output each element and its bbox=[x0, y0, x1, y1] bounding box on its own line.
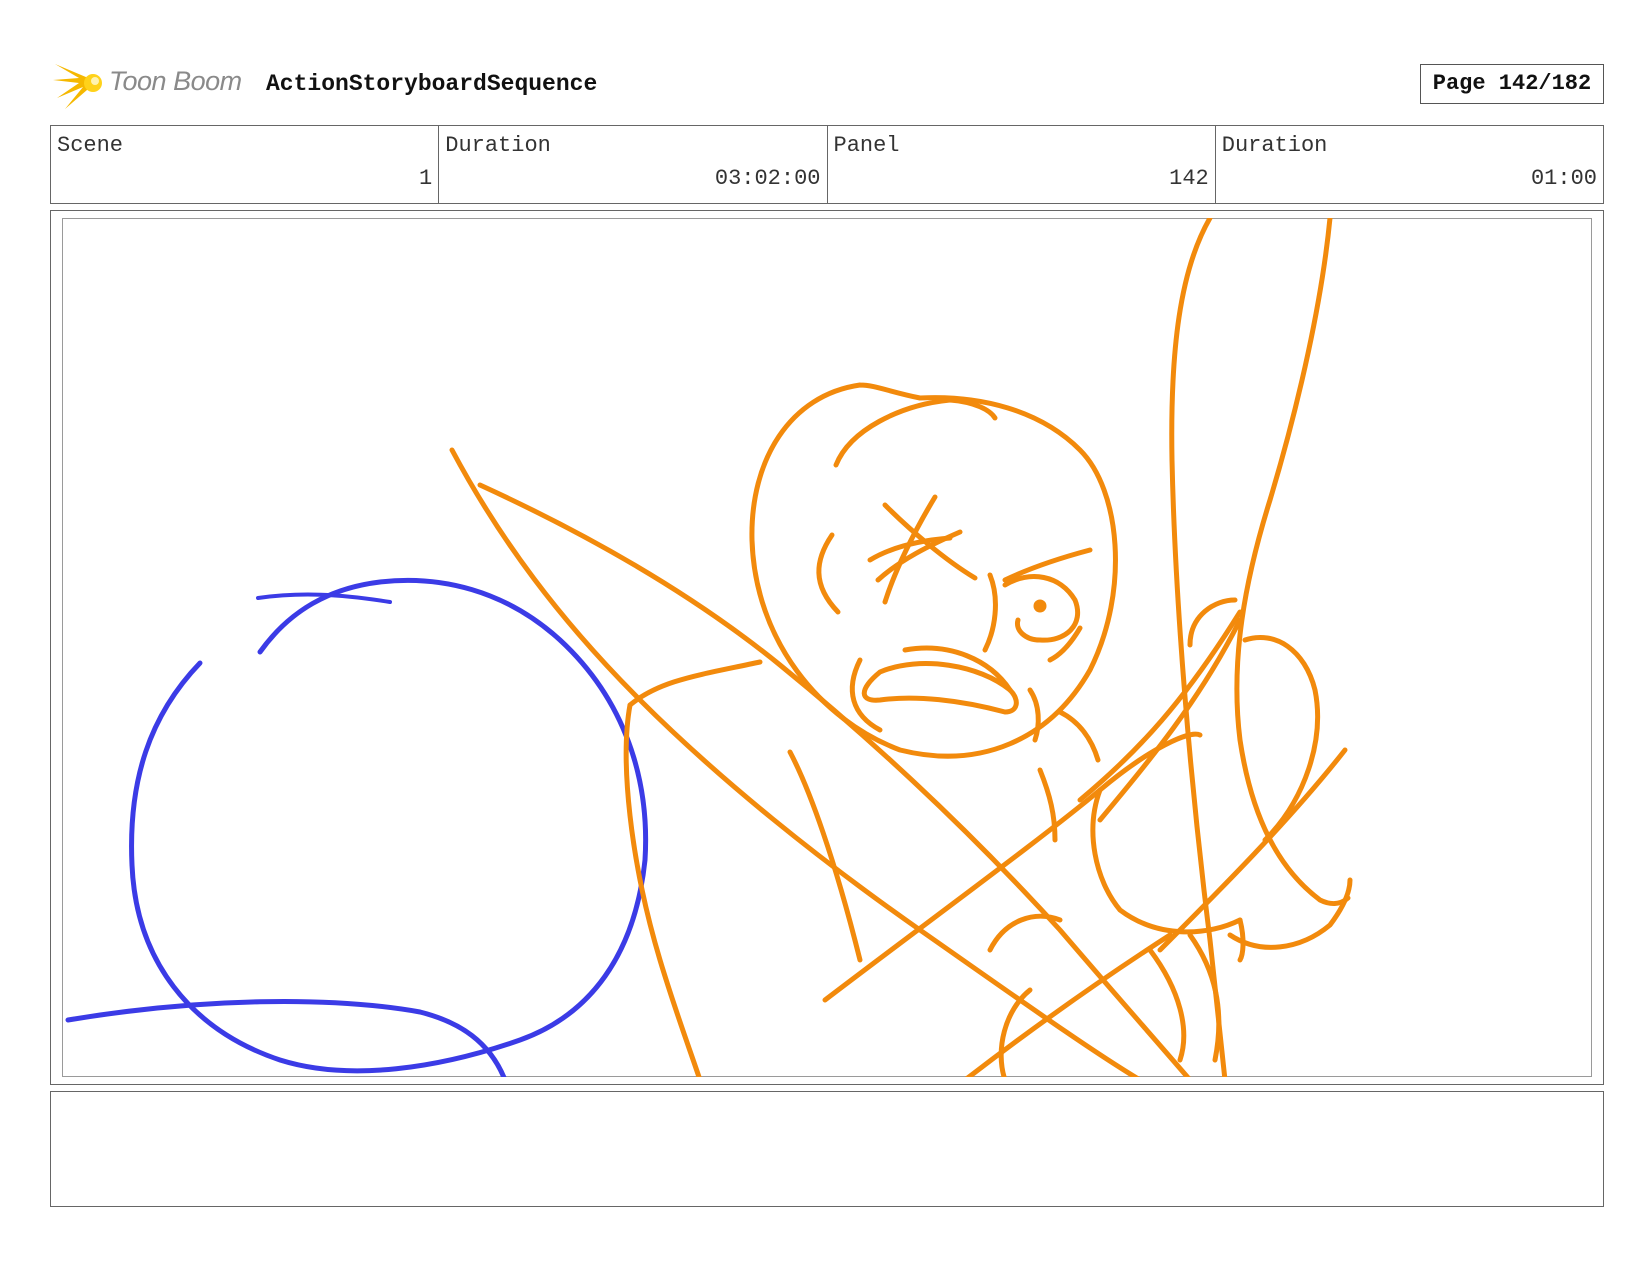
panel-notes-box bbox=[50, 1091, 1604, 1207]
storyboard-sketch bbox=[65, 218, 1353, 1077]
starburst-icon bbox=[53, 64, 102, 109]
toon-boom-logo: Toon Boom bbox=[53, 56, 253, 112]
panel-cell: Panel 142 bbox=[828, 126, 1216, 203]
panel-info-table: Scene 1 Duration 03:02:00 Panel 142 Dura… bbox=[50, 125, 1604, 204]
blue-sketch-layer bbox=[65, 577, 649, 1077]
panel-value: 142 bbox=[1169, 166, 1209, 191]
scene-value: 1 bbox=[419, 166, 433, 191]
scene-duration-value: 03:02:00 bbox=[714, 166, 821, 191]
logo-text: Toon Boom bbox=[109, 66, 242, 96]
scene-duration-cell: Duration 03:02:00 bbox=[439, 126, 828, 203]
scene-duration-label: Duration bbox=[445, 133, 551, 158]
panel-label: Panel bbox=[833, 133, 900, 158]
scene-cell: Scene 1 bbox=[51, 126, 440, 203]
project-title: ActionStoryboardSequence bbox=[266, 71, 598, 97]
page-indicator: Page 142/182 bbox=[1420, 64, 1604, 104]
panel-duration-value: 01:00 bbox=[1530, 166, 1597, 191]
orange-sketch-layer bbox=[449, 218, 1353, 1077]
panel-duration-cell: Duration 01:00 bbox=[1216, 126, 1603, 203]
panel-duration-label: Duration bbox=[1221, 133, 1328, 158]
scene-label: Scene bbox=[57, 133, 124, 158]
